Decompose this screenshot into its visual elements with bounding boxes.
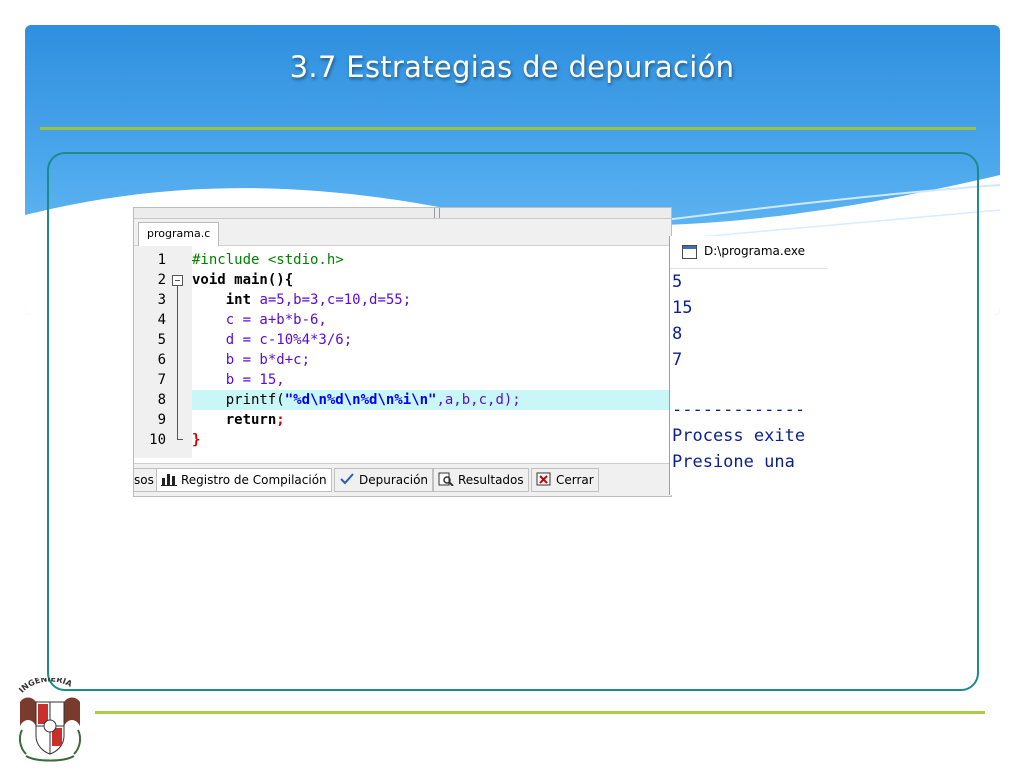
code-line-2: void main(){ [192, 270, 293, 290]
line-number: 2 [157, 272, 166, 288]
line-number: 10 [149, 432, 166, 448]
keyword: int [225, 292, 252, 308]
code-text: main(){ [225, 272, 294, 288]
console-output-line: 5 [672, 272, 683, 292]
code-text: c = a+b*b-6, [225, 312, 327, 328]
svg-text:INGENIERIA: INGENIERIA [17, 678, 74, 695]
toolbar-separator [434, 208, 435, 218]
line-number: 3 [157, 292, 166, 308]
line-number: 6 [157, 352, 166, 368]
code-line-5: d = c-10%4*3/6; [192, 330, 352, 350]
preprocessor-directive: #include <stdio.h> [192, 252, 344, 268]
tab-partial[interactable]: sos [134, 468, 159, 492]
tab-results[interactable]: Resultados [433, 468, 529, 492]
console-window-icon [682, 245, 697, 259]
keyword: return [225, 412, 277, 428]
console-title-bar: D:\programa.exe [670, 236, 828, 269]
console-separator-line: ------------- [672, 400, 806, 420]
fold-guide-line [177, 286, 178, 440]
code-text: ,a,b,c,d); [436, 392, 521, 408]
fold-collapse-icon[interactable] [172, 275, 183, 286]
console-title: D:\programa.exe [704, 244, 806, 258]
tab-label: Registro de Compilación [181, 473, 327, 487]
code-line-3: int a=5,b=3,c=10,d=55; [192, 290, 411, 310]
console-output-line: 7 [672, 350, 683, 370]
logo-text: INGENIERIA [17, 674, 74, 694]
close-icon [536, 471, 552, 486]
line-number: 9 [157, 412, 166, 428]
line-number-gutter: 1 2 3 4 5 6 7 8 9 10 [134, 246, 192, 458]
tab-programa-c[interactable]: programa.c [138, 222, 220, 246]
console-window: D:\programa.exe 5 15 8 7 ------------- P… [669, 236, 828, 495]
code-text: a=5,b=3,c=10,d=55; [251, 292, 412, 308]
slide-title: 3.7 Estrategias de depuración [289, 50, 735, 84]
tab-label: sos [134, 473, 154, 487]
code-line-1: #include <stdio.h> [192, 250, 344, 270]
line-number: 1 [157, 252, 166, 268]
tab-close[interactable]: Cerrar [531, 468, 599, 492]
tab-label: Resultados [458, 473, 524, 487]
console-output-line: Presione una [672, 452, 806, 472]
string-literal: "%d\n%d\n%d\n%i\n" [284, 392, 437, 408]
tab-label: Cerrar [556, 473, 594, 487]
code-editor[interactable]: #include <stdio.h> void main(){ int a=5,… [192, 246, 671, 458]
tab-debug[interactable]: Depuración [334, 468, 434, 492]
line-number: 7 [157, 372, 166, 388]
console-output-line: Process exite [672, 426, 806, 446]
code-line-9: return; [192, 410, 285, 430]
console-output-line: 15 [672, 298, 693, 318]
ide-window: programa.c 1 2 3 4 5 6 7 8 9 10 #include… [133, 207, 672, 497]
tab-label: Depuración [359, 473, 429, 487]
code-text: printf( [225, 392, 285, 408]
line-number: 4 [157, 312, 166, 328]
checkmark-icon [339, 471, 355, 485]
code-text: } [192, 432, 201, 448]
code-line-8-highlighted: printf("%d\n%d\n%d\n%i\n",a,b,c,d); [192, 390, 671, 410]
code-text: d = c-10%4*3/6; [225, 332, 353, 348]
editor-tab-row: programa.c [134, 219, 671, 246]
title-divider [40, 127, 976, 130]
code-text: b = 15, [225, 372, 285, 388]
code-text: b = b*d+c; [225, 352, 311, 368]
ide-toolbar-strip [134, 208, 671, 219]
code-line-4: c = a+b*b-6, [192, 310, 327, 330]
footer-divider [95, 711, 985, 714]
code-line-7: b = 15, [192, 370, 285, 390]
code-text: ; [276, 412, 285, 428]
code-line-10: } [192, 430, 200, 450]
keyword: void [192, 272, 226, 288]
tab-compile-log[interactable]: Registro de Compilación [156, 468, 332, 492]
ingenieria-logo: INGENIERIA [10, 674, 90, 766]
toolbar-separator [439, 208, 440, 218]
code-line-6: b = b*d+c; [192, 350, 310, 370]
line-number: 5 [157, 332, 166, 348]
bottom-panel-tabs: sos Registro de Compilación Depuración R… [134, 463, 671, 496]
console-output-line: 8 [672, 324, 683, 344]
fold-guide-end [177, 439, 183, 440]
search-document-icon [438, 471, 454, 487]
line-number: 8 [157, 392, 166, 408]
bar-chart-icon [161, 471, 177, 486]
